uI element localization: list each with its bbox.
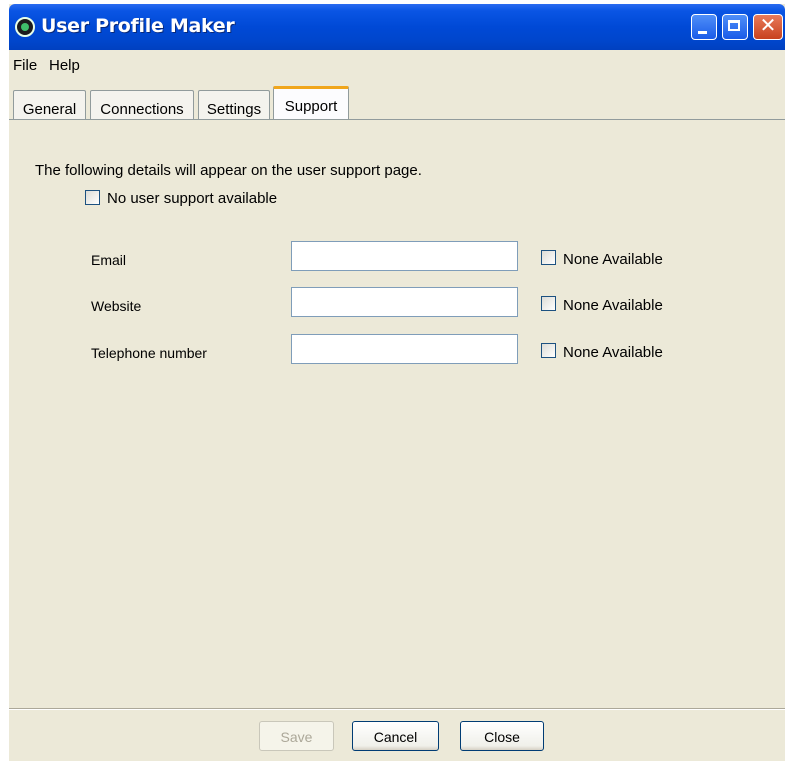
telephone-field[interactable] [291,334,518,364]
menu-file[interactable]: File [13,57,37,74]
website-none-checkbox[interactable] [541,296,556,311]
no-support-label: No user support available [107,190,278,207]
telephone-none-checkbox[interactable] [541,343,556,358]
close-icon: ✕ [759,13,777,37]
website-label: Website [91,298,142,314]
close-window-button[interactable]: ✕ [753,13,783,40]
maximize-button[interactable] [722,14,748,40]
website-field[interactable] [291,287,518,317]
support-intro-text: The following details will appear on the… [35,162,422,179]
menu-help[interactable]: Help [49,57,80,74]
save-button[interactable]: Save [259,721,334,751]
cancel-button[interactable]: Cancel [352,721,439,751]
tab-settings[interactable]: Settings [198,90,270,120]
bottom-divider-highlight [9,709,785,710]
menu-bar: File Help [9,52,785,78]
title-bar[interactable]: User Profile Maker ✕ [9,4,785,50]
app-logo-icon [15,17,35,37]
email-label: Email [91,252,127,268]
no-support-checkbox[interactable] [85,190,100,205]
minimize-button[interactable] [691,14,717,40]
tab-general[interactable]: General [13,90,86,120]
tab-strip: General Connections Settings Support [9,82,785,120]
telephone-label: Telephone number [91,345,207,361]
email-field[interactable] [291,241,518,271]
app-window: User Profile Maker ✕ File Help General C… [9,4,785,761]
support-panel: The following details will appear on the… [9,120,785,708]
email-none-label: None Available [563,251,663,268]
tab-connections[interactable]: Connections [90,90,194,120]
tab-support[interactable]: Support [273,86,349,120]
close-button[interactable]: Close [460,721,544,751]
website-none-label: None Available [563,297,663,314]
telephone-none-label: None Available [563,344,663,361]
email-none-checkbox[interactable] [541,250,556,265]
window-title: User Profile Maker [41,15,235,37]
